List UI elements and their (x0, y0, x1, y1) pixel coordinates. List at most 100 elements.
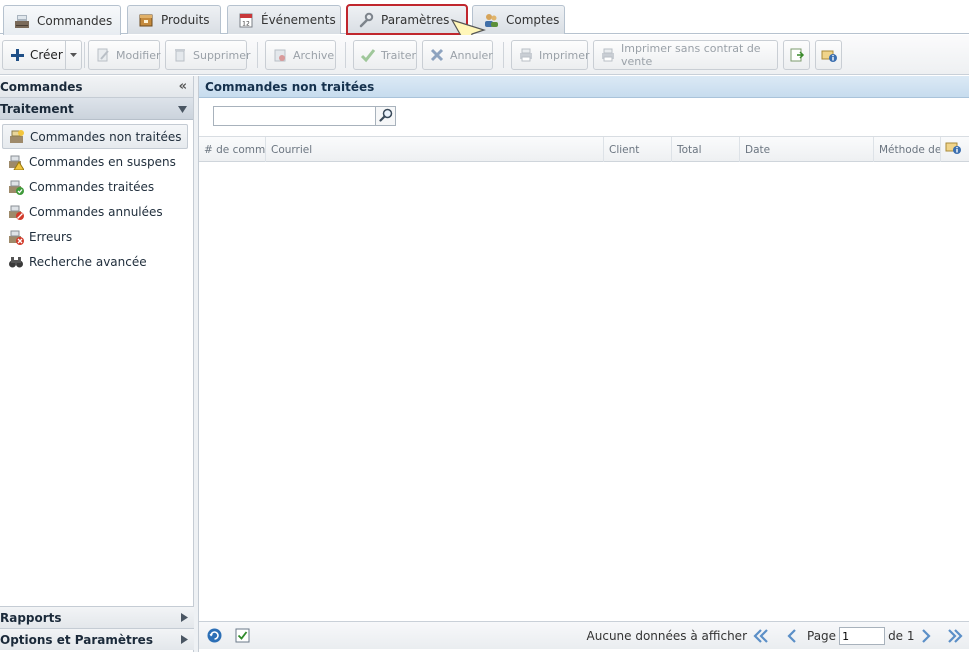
toolbar: Créer Modifier Supprimer Archive Traiter (0, 35, 969, 75)
column-header-order-number[interactable]: # de comma (199, 137, 266, 162)
previous-page-icon[interactable] (783, 628, 801, 644)
main-panel: Commandes non traitées # de comma Courri… (199, 76, 969, 652)
process-button[interactable]: Traiter (353, 40, 417, 70)
section-traitement[interactable]: Traitement (0, 98, 193, 120)
toolbar-separator (84, 42, 85, 68)
print-label: Imprimer (539, 48, 590, 62)
section-title: Rapports (0, 610, 62, 625)
section-rapports[interactable]: Rapports (0, 606, 194, 628)
left-panel-title: Commandes (0, 79, 83, 94)
order-pending-icon (8, 154, 25, 170)
column-header-total[interactable]: Total (672, 137, 740, 162)
nav-erreurs[interactable]: Erreurs (2, 224, 188, 249)
create-dropdown-icon[interactable] (65, 41, 81, 69)
nav-item-label: Recherche avancée (29, 254, 147, 269)
tab-label: Produits (161, 13, 210, 27)
order-new-icon (9, 129, 25, 145)
nav-item-label: Commandes en suspens (29, 154, 176, 169)
nav-item-label: Commandes traitées (29, 179, 155, 194)
tab-label: Comptes (506, 13, 560, 27)
nav-item-label: Erreurs (29, 229, 73, 244)
printer-icon (600, 47, 616, 63)
page-number-input[interactable] (839, 627, 886, 645)
error-icon (8, 229, 24, 245)
create-label: Créer (30, 48, 63, 62)
column-options-button[interactable] (941, 137, 969, 162)
main-title-text: Commandes non traitées (205, 79, 375, 94)
checkmark-icon (360, 47, 376, 63)
nav-item-label: Commandes non traitées (30, 129, 182, 144)
nav-commandes-traitees[interactable]: Commandes traitées (2, 174, 188, 199)
print-no-contract-button[interactable]: Imprimer sans contrat de vente (593, 40, 778, 70)
archive-icon (272, 47, 288, 63)
grid-footer: Aucune données à afficher Page de 1 (199, 621, 969, 649)
chevron-down-icon (178, 102, 187, 116)
column-header-client[interactable]: Client (604, 137, 672, 162)
search-input[interactable] (213, 106, 375, 126)
chevron-right-icon (181, 633, 188, 647)
toolbar-separator (345, 42, 346, 68)
archive-button[interactable]: Archive (265, 40, 336, 70)
info-card-icon (945, 141, 961, 158)
calendar-icon: 12 (238, 12, 254, 28)
cancel-button[interactable]: Annuler (422, 40, 493, 70)
refresh-icon[interactable] (206, 627, 223, 647)
trash-icon (172, 47, 188, 63)
print-no-contract-label: Imprimer sans contrat de vente (621, 42, 761, 68)
nav-commandes-en-suspens[interactable]: Commandes en suspens (2, 149, 188, 174)
nav-item-label: Commandes annulées (29, 204, 163, 219)
toolbar-separator (503, 42, 504, 68)
main-panel-title: Commandes non traitées (199, 76, 969, 98)
next-page-icon[interactable] (917, 628, 935, 644)
column-label: Méthode de (879, 143, 941, 156)
search-icon (378, 108, 393, 125)
plus-icon (9, 47, 25, 63)
last-page-icon[interactable] (946, 628, 964, 644)
tab-label: Commandes (37, 13, 113, 28)
column-label: # de comma (204, 143, 266, 156)
export-excel-icon (789, 47, 805, 63)
column-header-date[interactable]: Date (740, 137, 874, 162)
order-done-icon (8, 179, 24, 195)
tab-produits[interactable]: Produits (127, 5, 221, 34)
select-all-checkbox-icon[interactable] (235, 628, 250, 646)
search-button[interactable] (375, 106, 396, 126)
column-header-method[interactable]: Méthode de (874, 137, 941, 162)
empty-message: Aucune données à afficher (586, 629, 747, 643)
create-button[interactable]: Créer (2, 40, 82, 70)
box-icon (138, 12, 154, 28)
modify-label: Modifier (116, 48, 161, 62)
chevron-right-icon (181, 611, 188, 625)
nav-commandes-non-traitees[interactable]: Commandes non traitées (2, 124, 188, 149)
tab-commandes[interactable]: Commandes (3, 5, 121, 35)
search-bar (213, 106, 396, 126)
nav-commandes-annulees[interactable]: Commandes annulées (2, 199, 188, 224)
modify-button[interactable]: Modifier (88, 40, 160, 70)
tab-evenements[interactable]: 12 Événements (227, 5, 341, 34)
left-panel: Commandes « Traitement Commandes non tra… (0, 76, 194, 652)
archive-label: Archive (293, 48, 335, 62)
export-button[interactable] (783, 40, 810, 70)
section-options[interactable]: Options et Paramètres (0, 628, 194, 650)
cancel-label: Annuler (450, 48, 493, 62)
column-header-email[interactable]: Courriel (266, 137, 604, 162)
section-title: Traitement (0, 101, 74, 116)
delete-label: Supprimer (193, 48, 251, 62)
print-button[interactable]: Imprimer (511, 40, 590, 70)
tab-label: Paramètres (381, 13, 450, 27)
info-button[interactable] (815, 40, 842, 70)
nav-recherche-avancee[interactable]: Recherche avancée (2, 249, 188, 274)
page-control: Page de 1 (807, 626, 915, 646)
column-label: Date (745, 143, 771, 156)
order-cancelled-icon (8, 204, 24, 220)
collapse-left-icon[interactable]: « (179, 79, 187, 94)
first-page-icon[interactable] (752, 628, 770, 644)
column-label: Total (677, 143, 702, 156)
tab-parametres[interactable]: Paramètres (346, 4, 468, 35)
binoculars-icon (8, 254, 24, 270)
svg-text:12: 12 (242, 21, 250, 28)
column-label: Client (609, 143, 640, 156)
column-label: Courriel (271, 143, 313, 156)
printer-icon (518, 47, 534, 63)
delete-button[interactable]: Supprimer (165, 40, 251, 70)
